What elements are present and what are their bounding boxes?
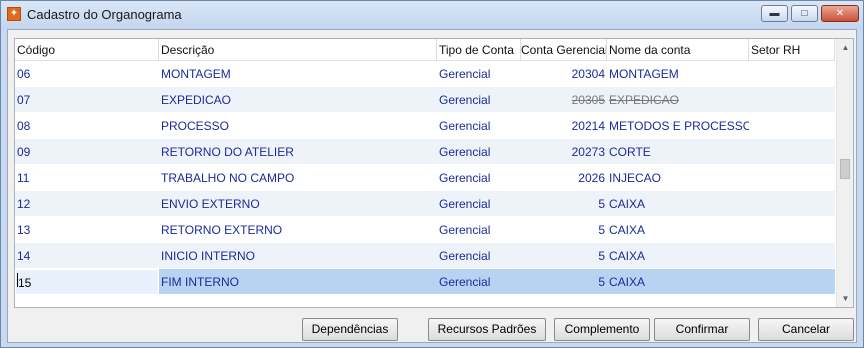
table-row[interactable]: 11 TRABALHO NO CAMPO Gerencial 2026 INJECAO bbox=[15, 165, 835, 191]
cell-descricao[interactable]: FIM INTERNO bbox=[159, 269, 437, 295]
table-row[interactable]: 12 ENVIO EXTERNO Gerencial 5 CAIXA bbox=[15, 191, 835, 217]
cell-tipo-conta[interactable]: Gerencial bbox=[437, 61, 521, 87]
cell-tipo-conta[interactable]: Gerencial bbox=[437, 243, 521, 269]
cell-setor-rh[interactable] bbox=[749, 61, 835, 87]
cell-setor-rh[interactable] bbox=[749, 87, 835, 113]
cell-codigo[interactable]: 06 bbox=[15, 61, 159, 87]
cell-descricao[interactable]: ENVIO EXTERNO bbox=[159, 191, 437, 217]
cell-conta-gerencial[interactable]: 20273 bbox=[521, 139, 607, 165]
cell-descricao[interactable]: EXPEDICAO bbox=[159, 87, 437, 113]
cell-codigo[interactable]: 07 bbox=[15, 87, 159, 113]
scroll-down-icon[interactable]: ▼ bbox=[837, 290, 853, 307]
column-header-descricao[interactable]: Descrição bbox=[159, 39, 437, 61]
app-icon: ✦ bbox=[7, 7, 21, 21]
title-bar[interactable]: ✦ Cadastro do Organograma ▬ □ ✕ bbox=[1, 1, 863, 29]
cell-setor-rh[interactable] bbox=[749, 165, 835, 191]
cell-tipo-conta[interactable]: Gerencial bbox=[437, 217, 521, 243]
cell-nome-conta[interactable]: EXPEDICAO bbox=[607, 87, 749, 113]
cell-setor-rh[interactable] bbox=[749, 217, 835, 243]
cell-nome-conta[interactable]: CORTE bbox=[607, 139, 749, 165]
column-header-nome-conta[interactable]: Nome da conta bbox=[607, 39, 749, 61]
cell-codigo[interactable]: 09 bbox=[15, 139, 159, 165]
cell-conta-gerencial[interactable]: 5 bbox=[521, 191, 607, 217]
column-header-conta-gerencial[interactable]: Conta Gerencial bbox=[521, 39, 607, 61]
column-header-tipo-conta[interactable]: Tipo de Conta bbox=[437, 39, 521, 61]
table-row[interactable]: 09 RETORNO DO ATELIER Gerencial 20273 CORTE bbox=[15, 139, 835, 165]
cell-tipo-conta[interactable]: Gerencial bbox=[437, 139, 521, 165]
cell-nome-conta[interactable]: INJECAO bbox=[607, 165, 749, 191]
cell-nome-conta[interactable]: CAIXA bbox=[607, 243, 749, 269]
cell-nome-conta[interactable]: CAIXA bbox=[607, 191, 749, 217]
cell-setor-rh[interactable] bbox=[749, 113, 835, 139]
cell-conta-gerencial[interactable]: 5 bbox=[521, 217, 607, 243]
recursos-padroes-button[interactable]: Recursos Padrões bbox=[428, 318, 546, 341]
cell-setor-rh[interactable] bbox=[749, 269, 835, 295]
complemento-button[interactable]: Complemento bbox=[554, 318, 650, 341]
window-title: Cadastro do Organograma bbox=[27, 7, 182, 22]
confirmar-button[interactable]: Confirmar bbox=[654, 318, 750, 341]
cell-conta-gerencial[interactable]: 2026 bbox=[521, 165, 607, 191]
cell-codigo[interactable]: 11 bbox=[15, 165, 159, 191]
cell-descricao[interactable]: INICIO INTERNO bbox=[159, 243, 437, 269]
cell-conta-gerencial[interactable]: 20214 bbox=[521, 113, 607, 139]
table-row[interactable]: 07 EXPEDICAO Gerencial 20305 EXPEDICAO bbox=[15, 87, 835, 113]
cell-tipo-conta[interactable]: Gerencial bbox=[437, 269, 521, 295]
cell-codigo[interactable]: 15 bbox=[15, 269, 159, 295]
table-row[interactable]: 15 FIM INTERNO Gerencial 5 CAIXA bbox=[15, 269, 835, 295]
table-row[interactable]: 13 RETORNO EXTERNO Gerencial 5 CAIXA bbox=[15, 217, 835, 243]
cell-descricao[interactable]: MONTAGEM bbox=[159, 61, 437, 87]
cell-tipo-conta[interactable]: Gerencial bbox=[437, 87, 521, 113]
cell-descricao[interactable]: RETORNO DO ATELIER bbox=[159, 139, 437, 165]
cell-tipo-conta[interactable]: Gerencial bbox=[437, 165, 521, 191]
grid-header: Código Descrição Tipo de Conta Conta Ger… bbox=[15, 39, 835, 61]
cell-descricao[interactable]: PROCESSO bbox=[159, 113, 437, 139]
cancelar-button[interactable]: Cancelar bbox=[758, 318, 854, 341]
cell-conta-gerencial[interactable]: 5 bbox=[521, 269, 607, 295]
table-row[interactable]: 14 INICIO INTERNO Gerencial 5 CAIXA bbox=[15, 243, 835, 269]
dependencias-button[interactable]: Dependências bbox=[302, 318, 398, 341]
cell-nome-conta[interactable]: METODOS E PROCESSOS bbox=[607, 113, 749, 139]
column-header-codigo[interactable]: Código bbox=[15, 39, 159, 61]
organograma-grid[interactable]: Código Descrição Tipo de Conta Conta Ger… bbox=[14, 38, 854, 308]
table-row[interactable]: 06 MONTAGEM Gerencial 20304 MONTAGEM bbox=[15, 61, 835, 87]
cell-setor-rh[interactable] bbox=[749, 243, 835, 269]
cell-conta-gerencial[interactable]: 5 bbox=[521, 243, 607, 269]
maximize-button[interactable]: □ bbox=[791, 5, 818, 22]
cell-tipo-conta[interactable]: Gerencial bbox=[437, 191, 521, 217]
cell-descricao[interactable]: RETORNO EXTERNO bbox=[159, 217, 437, 243]
vertical-scrollbar[interactable]: ▲ ▼ bbox=[836, 39, 853, 307]
scroll-up-icon[interactable]: ▲ bbox=[837, 39, 853, 56]
cell-conta-gerencial[interactable]: 20304 bbox=[521, 61, 607, 87]
table-row[interactable]: 08 PROCESSO Gerencial 20214 METODOS E PROCES… bbox=[15, 113, 835, 139]
cell-nome-conta[interactable]: MONTAGEM bbox=[607, 61, 749, 87]
cell-codigo[interactable]: 13 bbox=[15, 217, 159, 243]
minimize-button[interactable]: ▬ bbox=[761, 5, 788, 22]
client-area: Código Descrição Tipo de Conta Conta Ger… bbox=[7, 29, 857, 343]
close-button[interactable]: ✕ bbox=[821, 5, 859, 22]
cell-nome-conta[interactable]: CAIXA bbox=[607, 269, 749, 295]
cell-codigo[interactable]: 12 bbox=[15, 191, 159, 217]
cell-descricao[interactable]: TRABALHO NO CAMPO bbox=[159, 165, 437, 191]
cell-conta-gerencial[interactable]: 20305 bbox=[521, 87, 607, 113]
cell-codigo[interactable]: 14 bbox=[15, 243, 159, 269]
cell-setor-rh[interactable] bbox=[749, 191, 835, 217]
organograma-window: ✦ Cadastro do Organograma ▬ □ ✕ Código D… bbox=[0, 0, 864, 348]
cell-codigo[interactable]: 08 bbox=[15, 113, 159, 139]
cell-setor-rh[interactable] bbox=[749, 139, 835, 165]
cell-nome-conta[interactable]: CAIXA bbox=[607, 217, 749, 243]
cell-tipo-conta[interactable]: Gerencial bbox=[437, 113, 521, 139]
column-header-setor-rh[interactable]: Setor RH bbox=[749, 39, 835, 61]
scroll-thumb[interactable] bbox=[840, 159, 850, 179]
